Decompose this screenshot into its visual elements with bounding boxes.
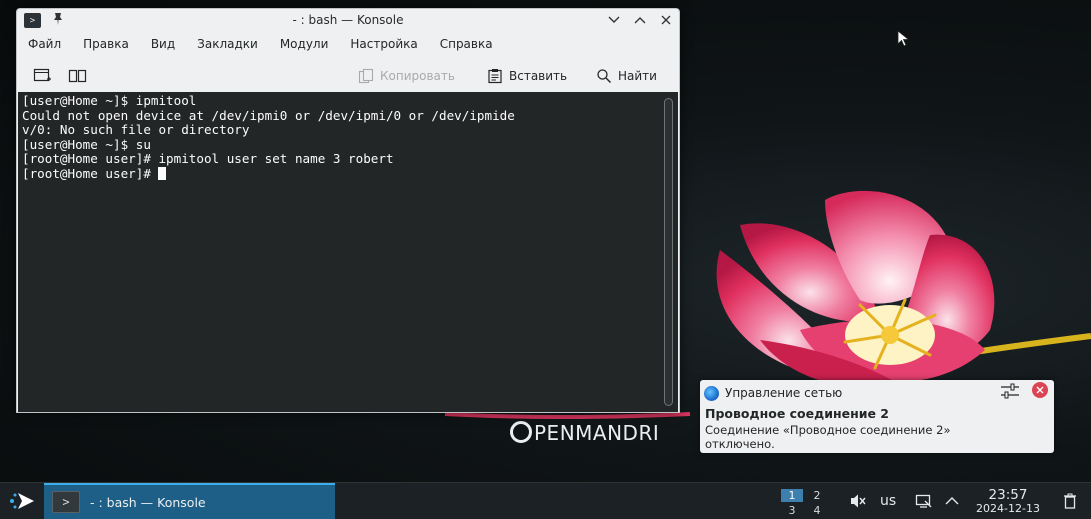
system-tray-expand-button[interactable] — [945, 483, 959, 519]
trash-button[interactable] — [1063, 483, 1077, 519]
maximize-button[interactable] — [633, 12, 647, 28]
toolbar: Копировать Вставить Найти — [17, 61, 679, 91]
taskbar-task-konsole[interactable]: > - : bash — Konsole — [44, 483, 335, 519]
task-label: - : bash — Konsole — [90, 494, 206, 510]
terminal-line: Could not open device at /dev/ipmi0 or /… — [22, 107, 515, 123]
window-title: - : bash — Konsole — [292, 13, 404, 27]
clock-date: 2024-12-13 — [976, 502, 1040, 515]
digital-clock[interactable]: 23:57 2024-12-13 — [968, 488, 1048, 515]
network-manager-icon — [704, 385, 719, 401]
titlebar[interactable]: > - : bash — Konsole — [17, 9, 679, 33]
menu-help[interactable]: Справка — [429, 35, 504, 55]
menu-edit[interactable]: Правка — [72, 35, 140, 55]
trash-icon — [1064, 493, 1076, 509]
konsole-task-icon: > — [52, 491, 80, 513]
network-wired-icon — [915, 494, 932, 508]
notification-body: Соединение «Проводное соединение 2» откл… — [705, 423, 951, 451]
volume-muted-icon — [851, 494, 866, 508]
chevron-up-icon — [945, 497, 959, 505]
split-view-icon — [68, 69, 87, 83]
mouse-cursor-icon — [897, 30, 910, 47]
notification-title: Проводное соединение 2 — [705, 406, 890, 421]
openmandriva-logo: PENMANDRI — [510, 421, 659, 445]
menubar: Файл Правка Вид Закладки Модули Настройк… — [17, 35, 504, 55]
terminal-scrollbar[interactable] — [664, 98, 673, 406]
sliders-icon — [1001, 383, 1019, 399]
terminal-line: [user@Home ~]$ su — [22, 136, 151, 152]
paste-label: Вставить — [509, 69, 568, 83]
paste-icon — [488, 69, 502, 84]
menu-plugins[interactable]: Модули — [269, 35, 340, 55]
menu-settings[interactable]: Настройка — [339, 35, 428, 55]
terminal-line: [root@Home user]# ipmitool user set name… — [22, 151, 394, 166]
clock-time: 23:57 — [988, 487, 1028, 503]
notification-settings-button[interactable] — [1000, 382, 1020, 404]
desktop-2[interactable]: 2 — [806, 489, 828, 502]
openmandriva-launcher-icon — [10, 493, 34, 509]
copy-label: Копировать — [380, 69, 455, 83]
menu-bookmarks[interactable]: Закладки — [186, 35, 269, 55]
terminal-line: v/0: No such file or directory — [22, 122, 250, 137]
network-notification: Управление сетью Проводное соединение 2 … — [700, 380, 1054, 453]
network-button[interactable] — [915, 483, 933, 519]
minimize-button[interactable] — [607, 12, 621, 28]
notification-app-name: Управление сетью — [725, 386, 843, 400]
desktop-3[interactable]: 3 — [781, 504, 803, 517]
paste-button[interactable]: Вставить — [487, 64, 567, 88]
copy-icon — [358, 68, 374, 84]
chevron-up-icon — [634, 17, 646, 24]
konsole-window: > - : bash — Konsole Файл Правка Вид Зак… — [16, 8, 680, 413]
volume-button[interactable] — [849, 483, 867, 519]
new-tab-button[interactable] — [33, 64, 53, 88]
close-icon — [1036, 386, 1044, 394]
copy-button[interactable]: Копировать — [358, 64, 455, 88]
taskbar: > - : bash — Konsole 1 2 3 4 us 23:57 20… — [0, 482, 1091, 519]
close-button[interactable] — [659, 12, 673, 28]
terminal-prompt: [root@Home user]# — [22, 165, 159, 181]
find-button[interactable]: Найти — [596, 64, 657, 88]
search-icon — [597, 69, 611, 83]
terminal-line: [user@Home ~]$ ipmitool — [22, 93, 197, 108]
desktop-1[interactable]: 1 — [781, 489, 803, 502]
virtual-desktop-pager: 1 2 3 4 — [781, 486, 831, 517]
split-view-button[interactable] — [68, 64, 88, 88]
menu-view[interactable]: Вид — [140, 35, 186, 55]
terminal-view[interactable]: [user@Home ~]$ ipmitool Could not open d… — [18, 92, 678, 412]
find-label: Найти — [618, 69, 657, 83]
application-launcher-button[interactable] — [7, 489, 37, 513]
notification-close-button[interactable] — [1032, 382, 1048, 398]
desktop-4[interactable]: 4 — [806, 504, 828, 517]
keyboard-layout-indicator[interactable]: us — [880, 483, 896, 519]
close-icon — [661, 15, 671, 25]
new-tab-icon — [33, 68, 51, 82]
chevron-down-icon — [608, 16, 620, 23]
menu-file[interactable]: Файл — [17, 35, 72, 55]
text-cursor — [158, 166, 167, 180]
